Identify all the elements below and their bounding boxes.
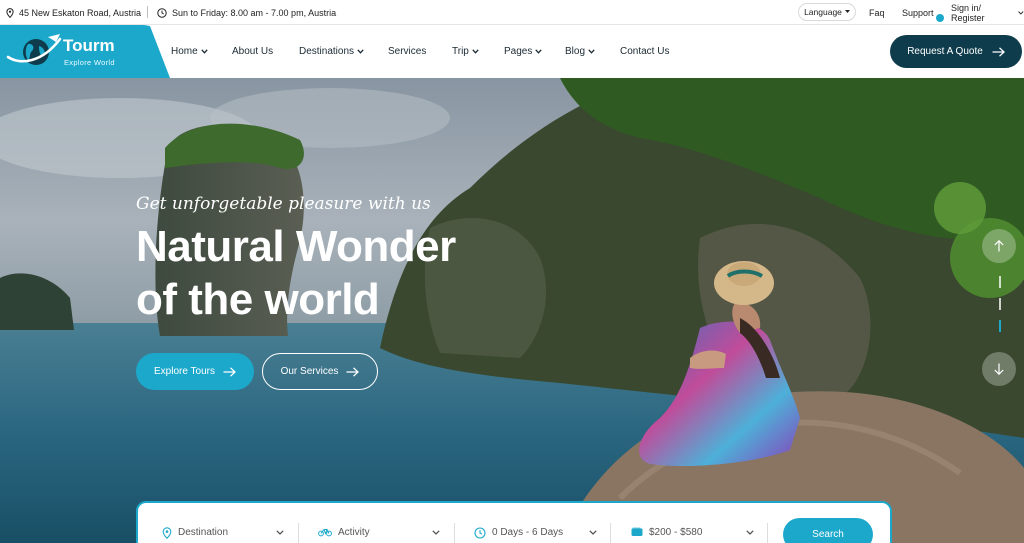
nav-label: Contact Us — [620, 46, 670, 57]
days-label: 0 Days - 6 Days — [492, 527, 564, 538]
hours-info: Sun to Friday: 8.00 am - 7.00 pm, Austri… — [157, 0, 336, 25]
nav-blog[interactable]: Blog — [565, 25, 595, 78]
arrow-right-icon — [223, 366, 236, 377]
nav-destinations[interactable]: Destinations — [299, 25, 364, 78]
nav-label: Home — [171, 46, 198, 57]
divider — [610, 523, 611, 543]
slider-prev-button[interactable] — [982, 229, 1016, 263]
explore-tours-button[interactable]: Explore Tours — [136, 353, 254, 390]
signin-link[interactable]: Sign in/ Register — [951, 0, 1024, 25]
money-icon — [631, 527, 643, 536]
nav-contact-us[interactable]: Contact Us — [620, 25, 669, 78]
chevron-down-icon — [472, 49, 479, 54]
divider — [298, 523, 299, 543]
nav-label: Pages — [504, 46, 533, 57]
explore-tours-label: Explore Tours — [154, 366, 215, 377]
chevron-down-icon — [1018, 10, 1024, 15]
chevron-down-icon — [535, 49, 543, 54]
nav-pages[interactable]: Pages — [504, 25, 543, 78]
divider — [147, 6, 148, 18]
chevron-down-icon — [589, 530, 597, 535]
faq-link[interactable]: Faq — [869, 0, 885, 25]
request-quote-label: Request A Quote — [907, 46, 983, 57]
bicycle-icon — [318, 529, 332, 537]
support-label: Support — [902, 7, 934, 18]
nav-about-us[interactable]: About Us — [232, 25, 273, 78]
price-select[interactable]: $200 - $580 — [631, 503, 702, 543]
slider-pagination — [999, 276, 1001, 338]
our-services-label: Our Services — [280, 366, 339, 377]
days-select[interactable]: 0 Days - 6 Days — [474, 503, 563, 543]
main-header: Tourm Explore World Home About Us Destin… — [0, 25, 1024, 78]
chevron-down-icon — [357, 49, 364, 54]
slider-dot[interactable] — [999, 298, 1001, 310]
arrow-down-icon — [994, 363, 1004, 375]
slider-dot-active[interactable] — [999, 320, 1001, 332]
language-label: Language — [804, 7, 842, 17]
hero-title: Natural Wonder of the world — [136, 220, 456, 326]
search-button-label: Search — [812, 529, 844, 540]
map-pin-icon — [162, 527, 172, 539]
chevron-down-icon — [588, 49, 595, 54]
status-dot — [936, 14, 944, 22]
address-text: 45 New Eskaton Road, Austria — [19, 7, 142, 18]
clock-icon — [474, 527, 486, 539]
slider-next-button[interactable] — [982, 352, 1016, 386]
nav-label: About Us — [232, 46, 274, 57]
hero-title-line-2: of the world — [136, 275, 380, 324]
activity-label: Activity — [338, 527, 370, 538]
price-label: $200 - $580 — [649, 527, 703, 538]
nav-label: Trip — [452, 46, 469, 57]
brand-tagline: Explore World — [64, 58, 115, 67]
nav-trip[interactable]: Trip — [452, 25, 479, 78]
hours-text: Sun to Friday: 8.00 am - 7.00 pm, Austri… — [172, 7, 337, 18]
search-button[interactable]: Search — [783, 518, 873, 543]
caret-down-icon — [844, 10, 850, 13]
arrow-up-icon — [994, 240, 1004, 252]
hero-tagline: Get unforgetable pleasure with us — [136, 194, 431, 214]
address-info: 45 New Eskaton Road, Austria — [6, 0, 141, 25]
top-bar: 45 New Eskaton Road, Austria Sun to Frid… — [0, 0, 1024, 25]
slider-dot[interactable] — [999, 276, 1001, 288]
divider — [767, 523, 768, 543]
nav-home[interactable]: Home — [171, 25, 208, 78]
destination-label: Destination — [178, 527, 229, 538]
our-services-button[interactable]: Our Services — [262, 353, 378, 390]
tour-search-form: Destination Activity 0 Days - 6 Days $20… — [136, 501, 892, 543]
divider — [454, 523, 455, 543]
destination-select[interactable]: Destination — [162, 503, 228, 543]
arrow-right-icon — [992, 46, 1005, 57]
clock-icon — [157, 7, 167, 18]
support-link[interactable]: Support — [902, 0, 934, 25]
chevron-down-icon — [746, 530, 754, 535]
nav-label: Services — [388, 46, 427, 57]
nav-label: Destinations — [299, 46, 355, 57]
chevron-down-icon — [276, 530, 284, 535]
language-dropdown[interactable]: Language — [798, 3, 856, 21]
hero-title-line-1: Natural Wonder — [136, 222, 456, 271]
chevron-down-icon — [201, 49, 208, 54]
faq-label: Faq — [869, 7, 885, 18]
nav-services[interactable]: Services — [388, 25, 426, 78]
globe-plane-icon[interactable] — [6, 31, 62, 76]
nav-label: Blog — [565, 46, 586, 57]
arrow-right-icon — [346, 366, 360, 377]
chevron-down-icon — [432, 530, 440, 535]
hero-section: Get unforgetable pleasure with us Natura… — [0, 78, 1024, 543]
map-pin-icon — [6, 7, 14, 18]
activity-select[interactable]: Activity — [318, 503, 370, 543]
request-quote-button[interactable]: Request A Quote — [890, 35, 1022, 68]
brand-name[interactable]: Tourm — [63, 36, 115, 56]
signin-label: Sign in/ Register — [951, 2, 985, 23]
